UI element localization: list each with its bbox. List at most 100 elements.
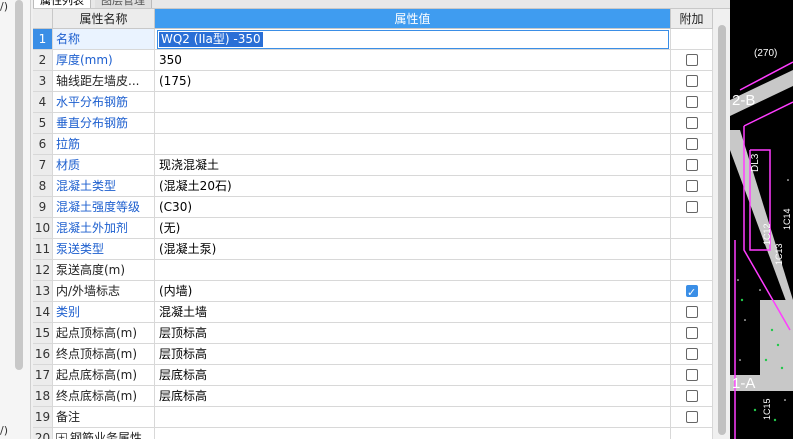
table-row[interactable]: 20 + 钢筋业务属性 (33, 428, 713, 439)
table-row[interactable]: 15 起点顶标高(m) 层顶标高 (33, 323, 713, 344)
row-number: 14 (33, 302, 53, 323)
attach-checkbox[interactable] (686, 180, 698, 192)
property-value-cell[interactable]: (无) (155, 218, 671, 239)
property-value-text: 层顶标高 (159, 347, 208, 361)
table-row[interactable]: 12 泵送高度(m) (33, 260, 713, 281)
property-value-cell[interactable] (155, 260, 671, 281)
property-value-cell[interactable]: 混凝土墙 (155, 302, 671, 323)
property-name-label: 类别 (56, 305, 81, 319)
property-value-cell[interactable]: 层底标高 (155, 386, 671, 407)
attach-checkbox[interactable] (686, 390, 698, 402)
attach-checkbox[interactable] (686, 306, 698, 318)
cad-label-column: 1C14 (782, 208, 792, 230)
cad-canvas[interactable]: 2-B 1-A (270) DL3 1C12 1C13 1C14 1C15 (730, 0, 793, 439)
property-value-text: 层底标高 (159, 368, 208, 382)
property-value-cell[interactable]: (混凝土泵) (155, 239, 671, 260)
attach-checkbox[interactable] (686, 54, 698, 66)
property-name-label: 厚度(mm) (56, 53, 113, 67)
table-row[interactable]: 10 混凝土外加剂 (无) (33, 218, 713, 239)
attach-cell (671, 239, 713, 260)
attach-cell (671, 113, 713, 134)
property-value-cell[interactable]: 层顶标高 (155, 344, 671, 365)
tab-property-list[interactable]: 属性列表 (33, 0, 91, 8)
property-value-cell[interactable] (155, 428, 671, 439)
attach-cell (671, 407, 713, 428)
attach-checkbox[interactable] (686, 138, 698, 150)
left-panel-strip: /) /) (0, 0, 31, 439)
property-name-cell: 起点底标高(m) (53, 365, 155, 386)
attach-cell (671, 260, 713, 281)
table-row[interactable]: 2 厚度(mm) 350 (33, 50, 713, 71)
property-value-cell[interactable] (155, 29, 671, 50)
cad-dot (753, 408, 757, 412)
table-row[interactable]: 13 内/外墙标志 (内墙) (33, 281, 713, 302)
left-panel-scrollbar[interactable] (15, 0, 23, 370)
grid-scrollbar[interactable] (713, 9, 730, 439)
property-value-cell[interactable]: 现浇混凝土 (155, 155, 671, 176)
property-name-cell: 混凝土外加剂 (53, 218, 155, 239)
cad-label-column: 1C12 (762, 223, 772, 245)
table-row[interactable]: 1 名称 WQ2 (IIa型) -350 (33, 29, 713, 50)
cad-label-axis-2b: 2-B (732, 92, 755, 109)
property-name-cell: 泵送高度(m) (53, 260, 155, 281)
property-name-label: 终点底标高(m) (56, 389, 138, 403)
attach-cell (671, 365, 713, 386)
attach-checkbox[interactable] (686, 348, 698, 360)
property-value-text: (175) (159, 74, 192, 88)
panel-tabs: 属性列表 图层管理 (33, 0, 730, 9)
attach-cell (671, 302, 713, 323)
property-name-label: 终点顶标高(m) (56, 347, 138, 361)
table-row[interactable]: 14 类别 混凝土墙 (33, 302, 713, 323)
tab-layer-management[interactable]: 图层管理 (95, 0, 152, 8)
row-number: 9 (33, 197, 53, 218)
property-value-cell[interactable] (155, 134, 671, 155)
property-value-cell[interactable]: (混凝土20石) (155, 176, 671, 197)
table-row[interactable]: 17 起点底标高(m) 层底标高 (33, 365, 713, 386)
property-value-cell[interactable]: 350 (155, 50, 671, 71)
grid-scrollbar-thumb[interactable] (718, 25, 726, 435)
row-number: 20 (33, 428, 53, 439)
attach-checkbox[interactable] (686, 117, 698, 129)
property-value-cell[interactable] (155, 113, 671, 134)
attach-checkbox[interactable] (686, 159, 698, 171)
property-value-cell[interactable]: (C30) (155, 197, 671, 218)
table-row[interactable]: 18 终点底标高(m) 层底标高 (33, 386, 713, 407)
attach-cell (671, 218, 713, 239)
table-row[interactable]: 8 混凝土类型 (混凝土20石) (33, 176, 713, 197)
table-row[interactable]: 7 材质 现浇混凝土 (33, 155, 713, 176)
header-row-number (33, 9, 53, 29)
attach-cell (671, 71, 713, 92)
table-row[interactable]: 11 泵送类型 (混凝土泵) (33, 239, 713, 260)
table-row[interactable]: 5 垂直分布钢筋 (33, 113, 713, 134)
property-value-cell[interactable] (155, 92, 671, 113)
attach-checkbox[interactable] (686, 411, 698, 423)
property-name-cell: 混凝土类型 (53, 176, 155, 197)
property-value-cell[interactable]: 层顶标高 (155, 323, 671, 344)
property-value-cell[interactable]: 层底标高 (155, 365, 671, 386)
attach-checkbox[interactable] (686, 327, 698, 339)
property-name-cell: 内/外墙标志 (53, 281, 155, 302)
row-number: 16 (33, 344, 53, 365)
property-name-label: 泵送高度(m) (56, 263, 126, 277)
attach-checkbox[interactable] (686, 96, 698, 108)
table-row[interactable]: 4 水平分布钢筋 (33, 92, 713, 113)
table-row[interactable]: 19 备注 (33, 407, 713, 428)
property-name-label: 混凝土强度等级 (56, 200, 141, 214)
table-row[interactable]: 9 混凝土强度等级 (C30) (33, 197, 713, 218)
table-row[interactable]: 16 终点顶标高(m) 层顶标高 (33, 344, 713, 365)
attach-checkbox[interactable] (686, 369, 698, 381)
attach-checkbox[interactable] (686, 201, 698, 213)
attach-checkbox[interactable] (686, 283, 698, 301)
property-value-text: (无) (159, 221, 181, 235)
property-value-cell[interactable] (155, 407, 671, 428)
table-row[interactable]: 6 拉筋 (33, 134, 713, 155)
expand-plus-icon[interactable]: + (56, 433, 67, 439)
attach-checkbox[interactable] (686, 75, 698, 87)
property-value-cell[interactable]: (内墙) (155, 281, 671, 302)
property-value-text: 层顶标高 (159, 326, 208, 340)
attach-cell (671, 92, 713, 113)
attach-cell (671, 176, 713, 197)
table-row[interactable]: 3 轴线距左墙皮... (175) (33, 71, 713, 92)
cad-drawing: 2-B 1-A (270) DL3 1C12 1C13 1C14 1C15 (730, 48, 793, 439)
property-value-cell[interactable]: (175) (155, 71, 671, 92)
